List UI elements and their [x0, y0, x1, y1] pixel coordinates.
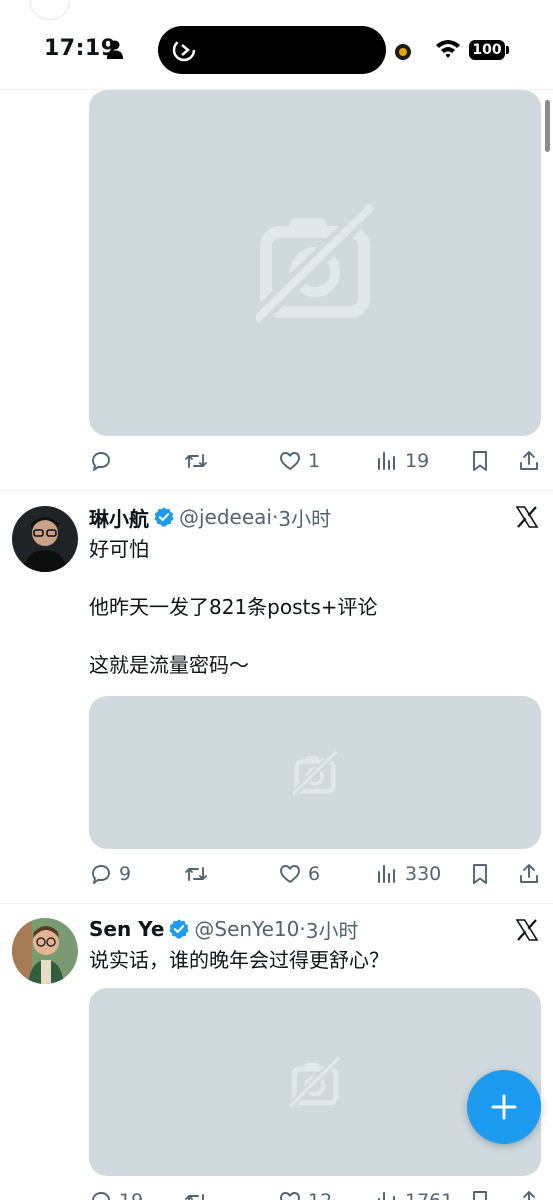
tweet-line: 好可怕	[89, 537, 149, 561]
views-count: 19	[405, 450, 430, 472]
bookmark-button[interactable]	[468, 1186, 492, 1200]
bookmark-icon	[473, 1191, 487, 1200]
avatar[interactable]	[12, 506, 78, 572]
dynamic-island	[158, 26, 386, 74]
avatar[interactable]	[12, 918, 78, 984]
tweet-media-placeholder[interactable]	[89, 988, 541, 1176]
wifi-icon	[436, 40, 460, 58]
display-name[interactable]: Sen Ye	[89, 917, 164, 941]
tweet-actions: 19 12 1761	[89, 1186, 541, 1200]
share-button[interactable]	[517, 859, 541, 889]
image-unavailable-icon	[290, 1057, 340, 1107]
share-button[interactable]	[517, 1186, 541, 1200]
verified-icon	[154, 507, 174, 527]
camera-indicator-icon	[395, 44, 411, 60]
battery-tip	[506, 46, 509, 54]
like-count: 6	[308, 863, 321, 885]
bookmark-button[interactable]	[468, 446, 492, 476]
reply-button[interactable]: 9	[89, 859, 131, 889]
reply-button[interactable]	[89, 446, 119, 476]
reply-icon	[92, 865, 110, 884]
tweet-media-placeholder[interactable]	[89, 696, 541, 849]
tweet-media-placeholder[interactable]	[89, 90, 541, 436]
share-icon	[520, 864, 538, 883]
tweet-line: 他昨天一发了821条posts+评论	[89, 595, 378, 619]
reply-button[interactable]: 19	[89, 1186, 143, 1200]
reply-icon	[92, 452, 110, 471]
views-icon	[378, 865, 395, 883]
repost-icon	[185, 1194, 204, 1200]
like-button[interactable]: 12	[278, 1186, 332, 1200]
image-unavailable-icon	[256, 204, 374, 322]
repost-icon	[185, 867, 207, 881]
views-button[interactable]: 330	[375, 859, 441, 889]
like-button[interactable]: 1	[278, 446, 320, 476]
views-count: 1761	[405, 1189, 453, 1200]
status-bar: 17:19 100	[0, 0, 553, 90]
plus-icon	[491, 1094, 517, 1120]
reply-icon	[92, 1192, 110, 1200]
share-icon	[520, 451, 538, 470]
tweet-divider	[0, 490, 553, 491]
x-logo-icon[interactable]	[515, 918, 539, 942]
tweet-text: 说实话，谁的晚年会过得更舒心？	[89, 946, 529, 975]
repost-icon	[185, 454, 207, 468]
views-button[interactable]: 19	[375, 446, 429, 476]
battery-icon: 100	[469, 40, 505, 60]
tweet-actions: 1 19	[89, 446, 541, 476]
display-name[interactable]: 琳小航	[89, 503, 149, 532]
share-icon	[523, 1191, 535, 1200]
views-button[interactable]: 1761	[375, 1186, 453, 1200]
tweet-line: 这就是流量密码～	[89, 653, 249, 677]
bookmark-icon	[473, 864, 487, 884]
repost-button[interactable]	[184, 859, 214, 889]
like-icon	[280, 1192, 300, 1200]
tweet-line	[89, 622, 529, 651]
like-icon	[280, 452, 300, 470]
tweet-divider	[0, 903, 553, 904]
scroll-indicator[interactable]	[545, 100, 550, 152]
tweet-line: 说实话，谁的晚年会过得更舒心？	[89, 948, 389, 972]
user-handle[interactable]: @jedeeai	[179, 505, 272, 529]
timestamp[interactable]: 3小时	[306, 915, 359, 944]
x-logo-icon[interactable]	[515, 505, 539, 529]
image-unavailable-icon	[293, 750, 337, 795]
status-time: 17:19	[44, 36, 117, 61]
bookmark-button[interactable]	[468, 859, 492, 889]
app-activity-icon	[172, 38, 196, 62]
like-button[interactable]: 6	[278, 859, 320, 889]
reply-count: 19	[119, 1189, 143, 1200]
views-count: 330	[405, 863, 442, 885]
like-count: 1	[308, 450, 321, 472]
like-count: 12	[308, 1189, 332, 1200]
previous-avatar-remnant	[30, 0, 70, 20]
share-button[interactable]	[517, 446, 541, 476]
verified-icon	[169, 919, 190, 939]
tweet-header: 琳小航 @jedeeai · 3小时	[89, 503, 331, 531]
user-photo	[12, 506, 78, 572]
tweet-text: 好可怕 他昨天一发了821条posts+评论 这就是流量密码～	[89, 535, 529, 680]
user-photo	[12, 918, 78, 984]
views-icon	[378, 1192, 395, 1200]
repost-button[interactable]	[184, 446, 214, 476]
user-handle[interactable]: @SenYe10	[194, 917, 299, 941]
tweet-actions: 9 6 330	[89, 859, 541, 889]
person-icon	[107, 40, 123, 59]
timestamp[interactable]: 3小时	[278, 503, 331, 532]
like-icon	[280, 865, 300, 883]
compose-post-button[interactable]	[467, 1070, 541, 1144]
views-icon	[378, 452, 395, 470]
repost-button[interactable]	[184, 1186, 214, 1200]
reply-count: 9	[119, 863, 132, 885]
tweet-line	[89, 564, 529, 593]
tweet-header: Sen Ye @SenYe10 · 3小时	[89, 915, 358, 943]
bookmark-icon	[473, 451, 487, 471]
